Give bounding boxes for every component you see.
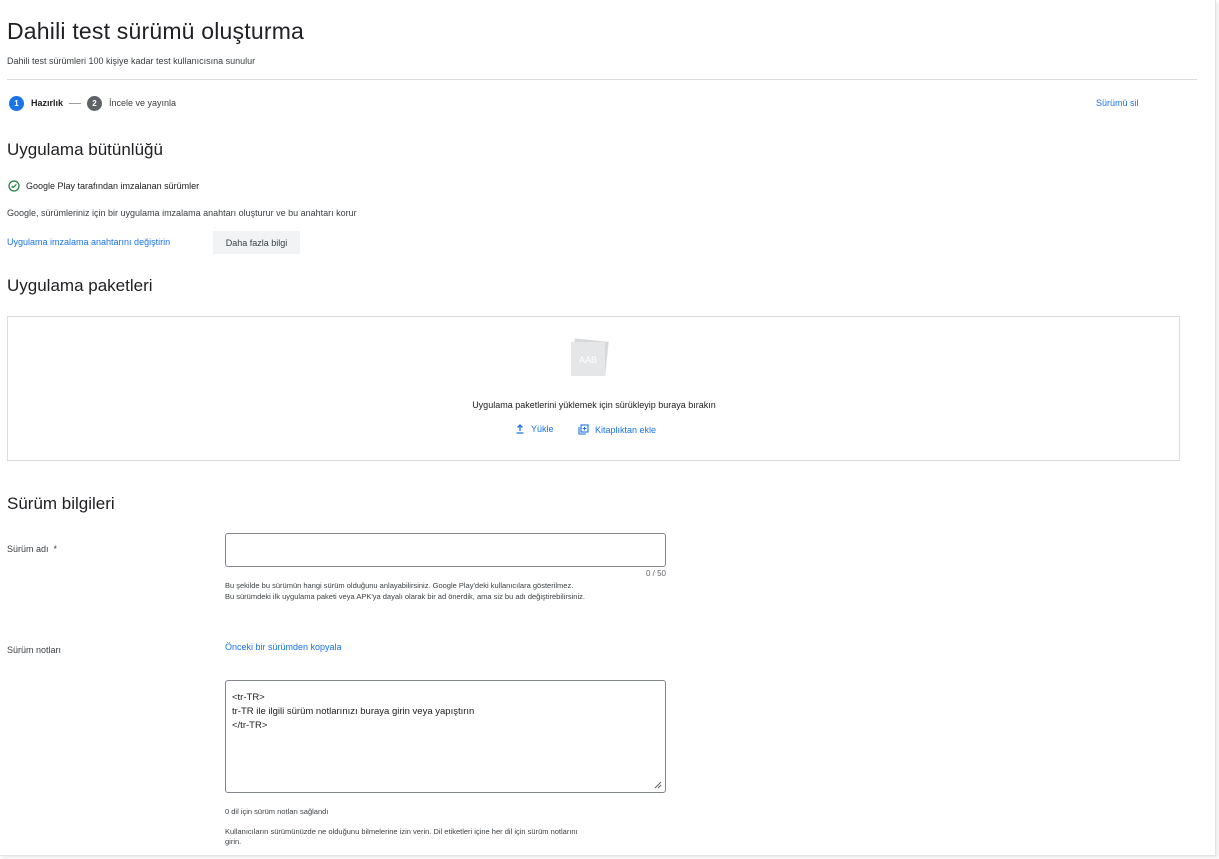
bundles-section-title: Uygulama paketleri — [7, 276, 153, 295]
release-name-label-text: Sürüm adı — [7, 544, 49, 554]
notes-line-placeholder: tr-TR ile ilgili sürüm notlarınızı buray… — [232, 706, 475, 717]
step-2-number: 2 — [87, 95, 103, 111]
change-signing-key-link[interactable]: Uygulama imzalama anahtarını değiştirin — [7, 237, 170, 247]
copy-from-previous-link[interactable]: Önceki bir sürümden kopyala — [225, 642, 342, 652]
step-1-number: 1 — [9, 95, 24, 111]
release-name-label: Sürüm adı * — [7, 544, 57, 554]
page-subtitle: Dahili test sürümleri 100 kişiye kadar t… — [7, 56, 256, 66]
add-from-library-button[interactable]: Kitaplıktan ekle — [578, 424, 656, 435]
release-notes-textarea[interactable]: <tr-TR> tr-TR ile ilgili sürüm notlarını… — [225, 680, 666, 793]
upload-button[interactable]: Yükle — [515, 424, 554, 434]
resize-handle-icon[interactable] — [654, 781, 662, 789]
library-add-icon — [578, 424, 589, 435]
release-name-help-2: Bu sürümdeki ilk uygulama paketi veya AP… — [225, 592, 585, 601]
release-info-section-title: Sürüm bilgileri — [7, 494, 115, 513]
release-name-help-1: Bu şekilde bu sürümün hangi sürüm olduğu… — [225, 581, 574, 590]
signed-status-text: Google Play tarafından imzalanan sürümle… — [26, 181, 200, 191]
release-name-input[interactable] — [225, 533, 666, 567]
delete-release-link[interactable]: Sürümü sil — [1096, 98, 1139, 108]
aab-icon-label: AAB — [579, 355, 597, 365]
header-divider — [7, 79, 1197, 80]
release-name-counter: 0 / 50 — [645, 569, 666, 578]
dropzone-instructions: Uygulama paketlerini yüklemek için sürük… — [472, 400, 716, 410]
integrity-description: Google, sürümleriniz için bir uygulama i… — [7, 208, 357, 218]
integrity-section-title: Uygulama bütünlüğü — [7, 140, 163, 159]
check-circle-icon — [8, 180, 20, 192]
library-label: Kitaplıktan ekle — [595, 424, 657, 435]
step-1-label[interactable]: Hazırlık — [31, 98, 63, 108]
notes-line-close-tag: </tr-TR> — [232, 720, 268, 731]
step-separator — [69, 102, 82, 104]
stepper: 1 Hazırlık 2 İncele ve yayınla — [9, 95, 176, 111]
upload-label: Yükle — [531, 424, 554, 434]
page-title: Dahili test sürümü oluşturma — [7, 18, 305, 44]
signed-status-row: Google Play tarafından imzalanan sürümle… — [8, 180, 199, 192]
notes-languages-count: 0 dil için sürüm notları sağlandı — [225, 807, 329, 816]
step-2-label[interactable]: İncele ve yayınla — [109, 98, 176, 108]
release-notes-label: Sürüm notları — [7, 645, 62, 655]
notes-help-2: girin. — [225, 837, 242, 846]
required-mark: * — [53, 544, 58, 554]
notes-help-1: Kullanıcıların sürümünüzde ne olduğunu b… — [225, 827, 578, 836]
notes-line-open-tag: <tr-TR> — [232, 692, 265, 703]
upload-icon — [516, 424, 524, 434]
aab-file-icon: AAB — [571, 338, 609, 376]
more-info-button[interactable]: Daha fazla bilgi — [213, 231, 300, 254]
